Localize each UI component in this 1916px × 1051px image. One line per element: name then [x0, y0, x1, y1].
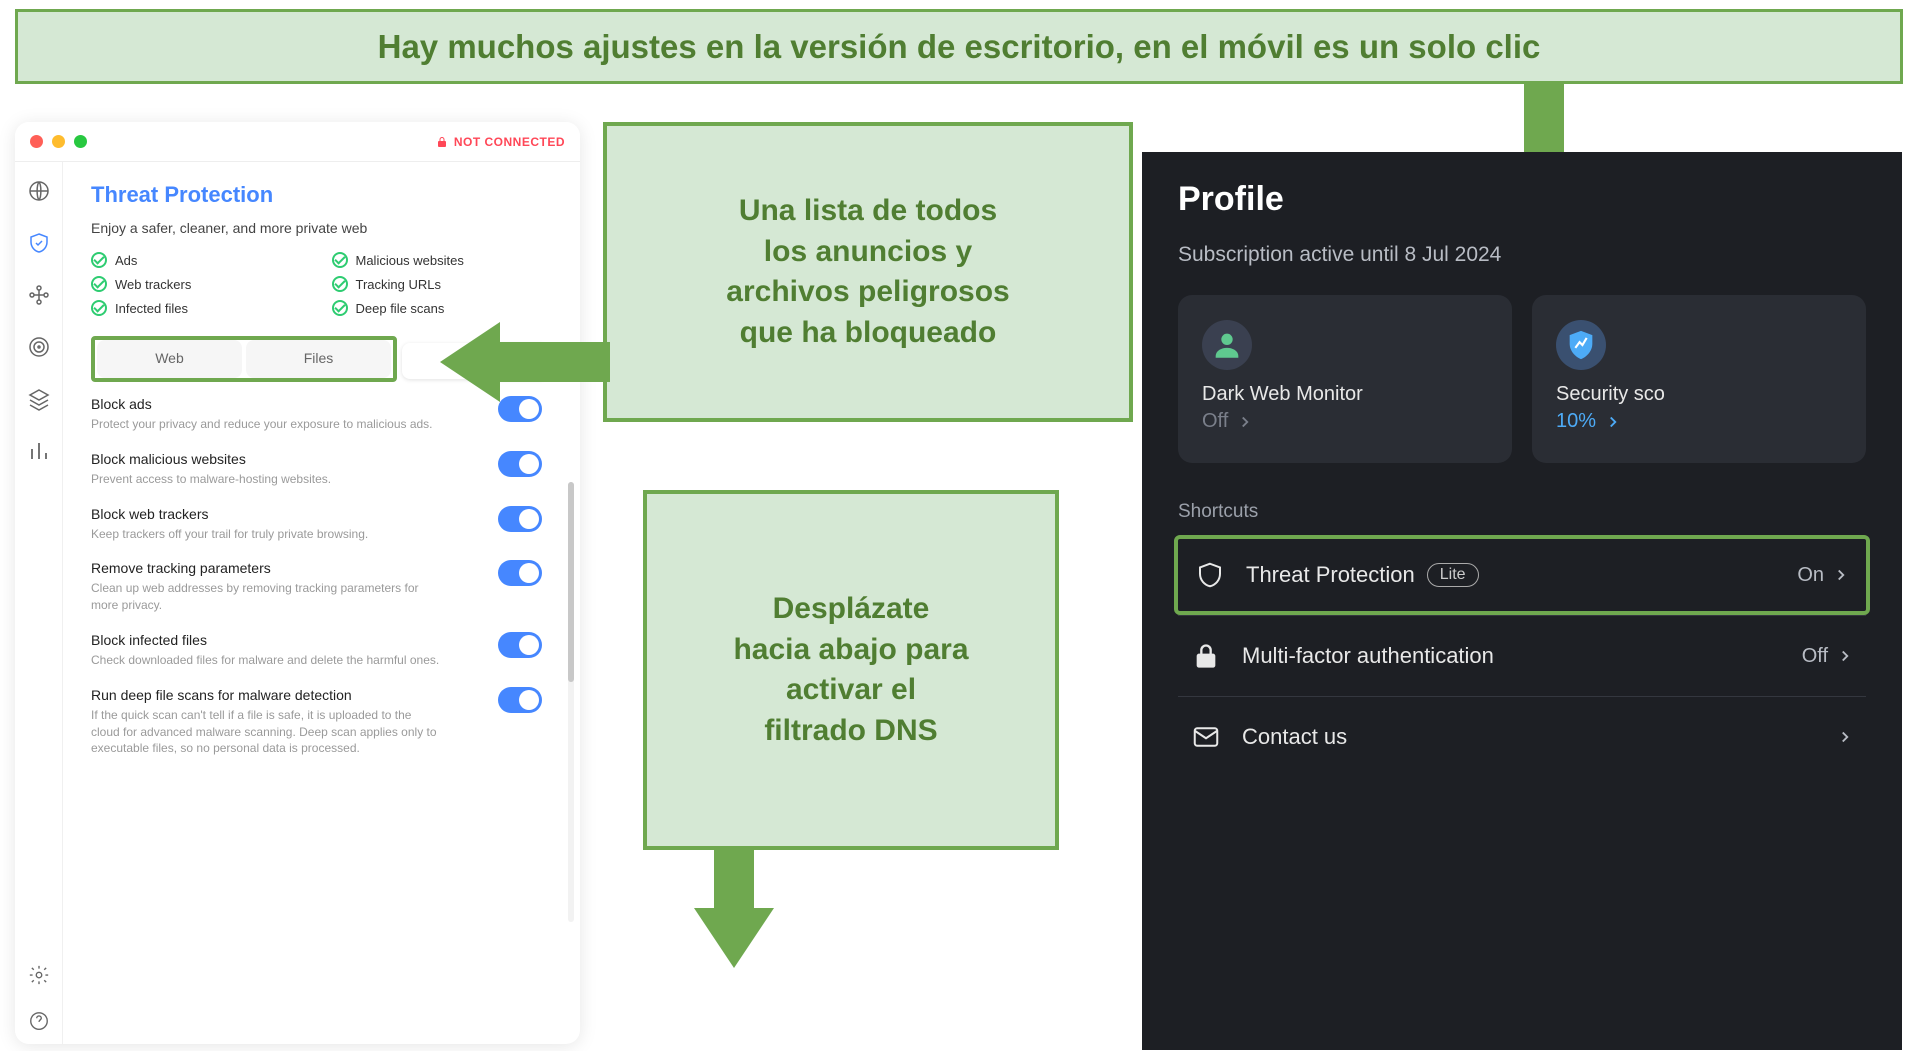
shortcut-contact-us[interactable]: Contact us	[1178, 696, 1866, 777]
toggle-block-malicious[interactable]	[498, 451, 542, 477]
features-grid: Ads Malicious websites Web trackers Trac…	[91, 252, 552, 316]
sidebar-mesh-icon[interactable]	[26, 282, 52, 308]
check-icon	[332, 276, 348, 292]
shortcut-value-text: On	[1797, 564, 1824, 587]
page-subtitle: Enjoy a safer, cleaner, and more private…	[91, 220, 552, 236]
card-title: Security sco	[1556, 383, 1842, 406]
feature-tracking-urls: Tracking URLs	[332, 276, 553, 292]
shield-chart-icon	[1556, 320, 1606, 370]
subscription-status: Subscription active until 8 Jul 2024	[1178, 243, 1866, 267]
setting-remove-tracking-params: Remove tracking parametersClean up web a…	[91, 560, 542, 614]
traffic-lights	[30, 135, 87, 148]
lock-icon	[436, 136, 448, 148]
scrollbar[interactable]	[568, 482, 574, 922]
connection-status-text: NOT CONNECTED	[454, 135, 565, 149]
tab-web[interactable]: Web	[97, 340, 242, 378]
annotation-text: Una lista de todos los anuncios y archiv…	[726, 191, 1009, 353]
connection-status: NOT CONNECTED	[436, 135, 565, 149]
check-icon	[91, 300, 107, 316]
sidebar-shield-icon[interactable]	[26, 230, 52, 256]
shield-icon	[1194, 559, 1226, 591]
tabs-highlighted: Web Files	[91, 336, 397, 382]
shortcut-value-text: Off	[1802, 645, 1828, 668]
chevron-right-icon	[1836, 728, 1854, 746]
card-dark-web-monitor[interactable]: Dark Web Monitor Off	[1178, 295, 1512, 463]
feature-trackers: Web trackers	[91, 276, 312, 292]
check-icon	[91, 252, 107, 268]
feature-malicious: Malicious websites	[332, 252, 553, 268]
annotation-callout-list: Una lista de todos los anuncios y archiv…	[603, 122, 1133, 422]
annotation-text: Desplázate hacia abajo para activar el f…	[733, 589, 968, 751]
feature-infected: Infected files	[91, 300, 312, 316]
scrollbar-thumb[interactable]	[568, 482, 574, 682]
feature-deep-scans: Deep file scans	[332, 300, 553, 316]
page-title: Threat Protection	[91, 182, 552, 208]
shortcut-threat-protection[interactable]: Threat Protection Lite On	[1174, 535, 1870, 615]
toggle-block-trackers[interactable]	[498, 506, 542, 532]
card-value: Off	[1202, 410, 1228, 433]
arrow-icon	[714, 850, 754, 910]
toggle-block-ads[interactable]	[498, 396, 542, 422]
desktop-app-window: NOT CONNECTED	[15, 122, 580, 1044]
sidebar-help-icon[interactable]	[26, 1008, 52, 1034]
toggle-remove-tracking-params[interactable]	[498, 560, 542, 586]
main-content: Threat Protection Enjoy a safer, cleaner…	[63, 162, 580, 1044]
setting-block-trackers: Block web trackersKeep trackers off your…	[91, 506, 542, 543]
setting-block-malicious: Block malicious websitesPrevent access t…	[91, 451, 542, 488]
shortcut-mfa[interactable]: Multi-factor authentication Off	[1178, 615, 1866, 696]
mobile-page-title: Profile	[1142, 152, 1902, 243]
tab-files[interactable]: Files	[246, 340, 391, 378]
chevron-right-icon	[1236, 413, 1254, 431]
mail-icon	[1190, 721, 1222, 753]
shortcuts-heading: Shortcuts	[1178, 501, 1866, 523]
check-icon	[332, 252, 348, 268]
shortcut-label-text: Multi-factor authentication	[1242, 643, 1494, 669]
sidebar-settings-icon[interactable]	[26, 962, 52, 988]
sidebar-globe-icon[interactable]	[26, 178, 52, 204]
sidebar-target-icon[interactable]	[26, 334, 52, 360]
chevron-right-icon	[1832, 566, 1850, 584]
chevron-right-icon	[1604, 413, 1622, 431]
arrow-head-icon	[440, 322, 500, 402]
sidebar-layers-icon[interactable]	[26, 386, 52, 412]
close-window-button[interactable]	[30, 135, 43, 148]
lock-icon	[1190, 640, 1222, 672]
check-icon	[332, 300, 348, 316]
mobile-app-panel: Profile Subscription active until 8 Jul …	[1142, 152, 1902, 1050]
chevron-right-icon	[1836, 647, 1854, 665]
window-titlebar: NOT CONNECTED	[15, 122, 580, 162]
toggle-deep-scan[interactable]	[498, 687, 542, 713]
annotation-text: Hay muchos ajustes en la versión de escr…	[378, 28, 1541, 66]
minimize-window-button[interactable]	[52, 135, 65, 148]
settings-list: Block adsProtect your privacy and reduce…	[91, 396, 552, 757]
annotation-callout-scroll: Desplázate hacia abajo para activar el f…	[643, 490, 1059, 850]
card-value: 10%	[1556, 410, 1596, 433]
shortcut-label-text: Contact us	[1242, 724, 1347, 750]
arrow-icon	[500, 342, 610, 382]
card-security-score[interactable]: Security sco 10%	[1532, 295, 1866, 463]
cards-row: Dark Web Monitor Off Security sco 10%	[1178, 295, 1866, 463]
sidebar	[15, 162, 63, 1044]
setting-block-infected: Block infected filesCheck downloaded fil…	[91, 632, 542, 669]
avatar-icon	[1202, 320, 1252, 370]
sidebar-stats-icon[interactable]	[26, 438, 52, 464]
card-title: Dark Web Monitor	[1202, 383, 1488, 406]
setting-deep-scan: Run deep file scans for malware detectio…	[91, 687, 542, 757]
lite-badge: Lite	[1427, 563, 1479, 587]
shortcut-label-text: Threat Protection	[1246, 562, 1415, 588]
feature-ads: Ads	[91, 252, 312, 268]
toggle-block-infected[interactable]	[498, 632, 542, 658]
maximize-window-button[interactable]	[74, 135, 87, 148]
check-icon	[91, 276, 107, 292]
arrow-head-icon	[694, 908, 774, 968]
annotation-banner-top: Hay muchos ajustes en la versión de escr…	[15, 9, 1903, 84]
